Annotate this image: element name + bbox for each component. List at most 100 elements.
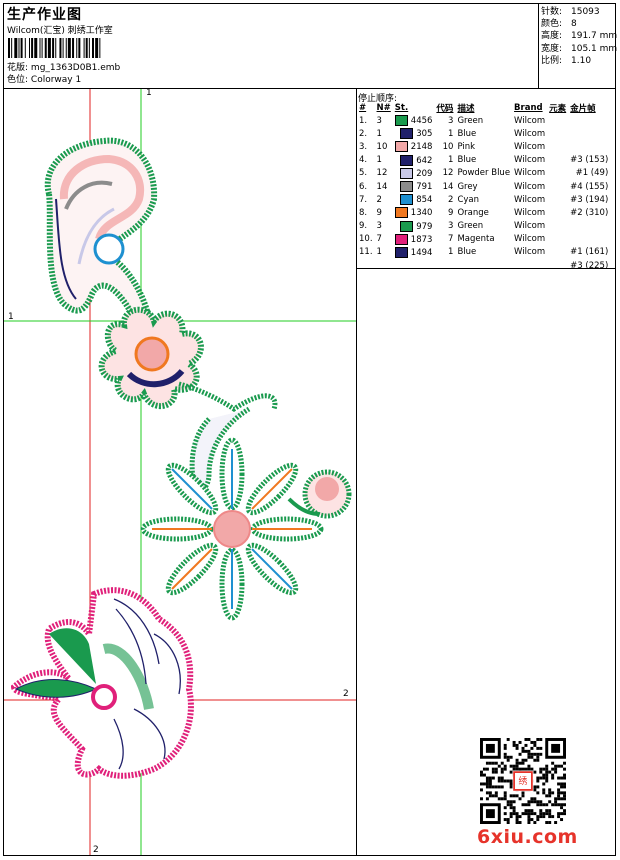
qr-module: [521, 791, 525, 795]
row-sequin: [568, 140, 610, 153]
qr-module: [557, 803, 561, 807]
qr-module: [515, 821, 519, 824]
qr-module: [500, 797, 504, 801]
qr-module: [548, 821, 552, 824]
barcode-bar: [62, 38, 64, 58]
color-swatch: [394, 233, 408, 245]
qr-module: [539, 803, 543, 807]
qr-module: [500, 770, 504, 774]
col-brand: Brand: [514, 102, 543, 113]
qr-module: [494, 761, 498, 765]
table-row: 1. 3 4456 3 Green Wilcom: [357, 114, 610, 127]
row-desc: Cyan: [457, 194, 479, 205]
qr-module: [533, 740, 537, 744]
qr-module: [509, 779, 513, 783]
qr-module: [536, 800, 540, 804]
qr-module: [539, 809, 543, 813]
qr-module: [545, 794, 549, 798]
qr-module: [527, 812, 531, 816]
qr-module: [494, 794, 498, 798]
qr-module: [509, 803, 513, 807]
row-brand: Wilcom: [514, 234, 546, 245]
row-brand: Wilcom: [514, 207, 546, 218]
row-code: 7: [448, 234, 454, 245]
qr-module: [557, 812, 561, 816]
qr-module: [557, 815, 561, 819]
qr-module: [497, 764, 501, 768]
qr-module: [503, 755, 507, 759]
qr-module: [518, 821, 522, 824]
qr-module: [521, 758, 525, 762]
qr-module: [527, 767, 531, 771]
qr-module: [557, 797, 561, 801]
row-element: [547, 233, 568, 246]
barcode-bar: [78, 38, 81, 58]
qr-module: [548, 791, 552, 795]
qr-module: [485, 782, 489, 786]
qr-module: [530, 809, 534, 813]
stitch-count: 791: [416, 182, 433, 193]
qr-module: [503, 752, 507, 756]
row-brand: Wilcom: [514, 155, 546, 166]
table-row: 11. 1 1494 1 Blue Wilcom #1 (161): [357, 246, 610, 259]
qr-module: [488, 779, 492, 783]
qr-module: [518, 740, 522, 744]
design-file-row: 花版: mg_1363D0B1.emb: [7, 63, 120, 74]
stats-divider: [538, 3, 539, 88]
qr-module: [545, 809, 549, 813]
qr-module: [548, 788, 552, 792]
qr-module: [491, 785, 495, 789]
qr-module: [488, 782, 492, 786]
qr-module: [551, 791, 555, 795]
color-swatch: [400, 194, 414, 206]
table-row: 10. 7 1873 7 Magenta Wilcom: [357, 233, 610, 246]
qr-module: [482, 773, 486, 777]
table-row: 6. 14 791 14 Grey Wilcom #4 (155): [357, 180, 610, 193]
qr-module: [524, 809, 528, 813]
row-code: 1: [448, 128, 454, 139]
barcode: [8, 38, 101, 58]
qr-module: [563, 809, 566, 813]
color-sequence-table: # N# St. 代码 描述 Brand 元素 金片帧 1. 3 4456 3 Gree…: [357, 101, 610, 272]
table-row: 2. 1 305 1 Blue Wilcom: [357, 127, 610, 140]
qr-module: [524, 738, 528, 741]
row-code: 12: [442, 168, 454, 179]
qr-module: [536, 738, 540, 741]
qr-module: [560, 797, 564, 801]
qr-module: [530, 818, 534, 822]
qr-module: [518, 797, 522, 801]
qr-finder: [485, 809, 495, 819]
qr-module: [485, 791, 489, 795]
barcode-bar: [99, 38, 101, 58]
row-brand: Wilcom: [514, 181, 546, 192]
color-swatch: [400, 128, 414, 140]
row-needle: 1: [376, 247, 382, 258]
qr-module: [500, 761, 504, 765]
qr-module: [533, 758, 537, 762]
row-stitches: 4456: [393, 114, 435, 127]
qr-module: [536, 803, 540, 807]
row-sequin: #3 (225): [570, 260, 609, 271]
qr-module: [527, 752, 531, 756]
qr-module: [518, 752, 522, 756]
qr-module: [515, 794, 519, 798]
qr-module: [488, 761, 492, 765]
qr-module: [536, 815, 540, 819]
row-code: 1: [448, 155, 454, 166]
row-desc: Grey: [457, 181, 478, 192]
row-needle: 1: [376, 155, 382, 166]
design-file: mg_1363D0B1.emb: [30, 63, 121, 73]
qr-module: [560, 806, 564, 810]
col-desc: 描述: [457, 103, 475, 114]
qr-module: [488, 791, 492, 795]
qr-module: [503, 743, 507, 747]
qr-module: [530, 740, 534, 744]
table-row: 3. 10 2148 10 Pink Wilcom: [357, 140, 610, 153]
qr-module: [536, 791, 540, 795]
row-index: 5.: [359, 168, 368, 179]
qr-module: [527, 821, 531, 824]
barcode-bar: [52, 38, 55, 58]
barcode-bar: [39, 38, 41, 58]
row-desc: Pink: [457, 141, 476, 152]
qr-module: [545, 812, 549, 816]
